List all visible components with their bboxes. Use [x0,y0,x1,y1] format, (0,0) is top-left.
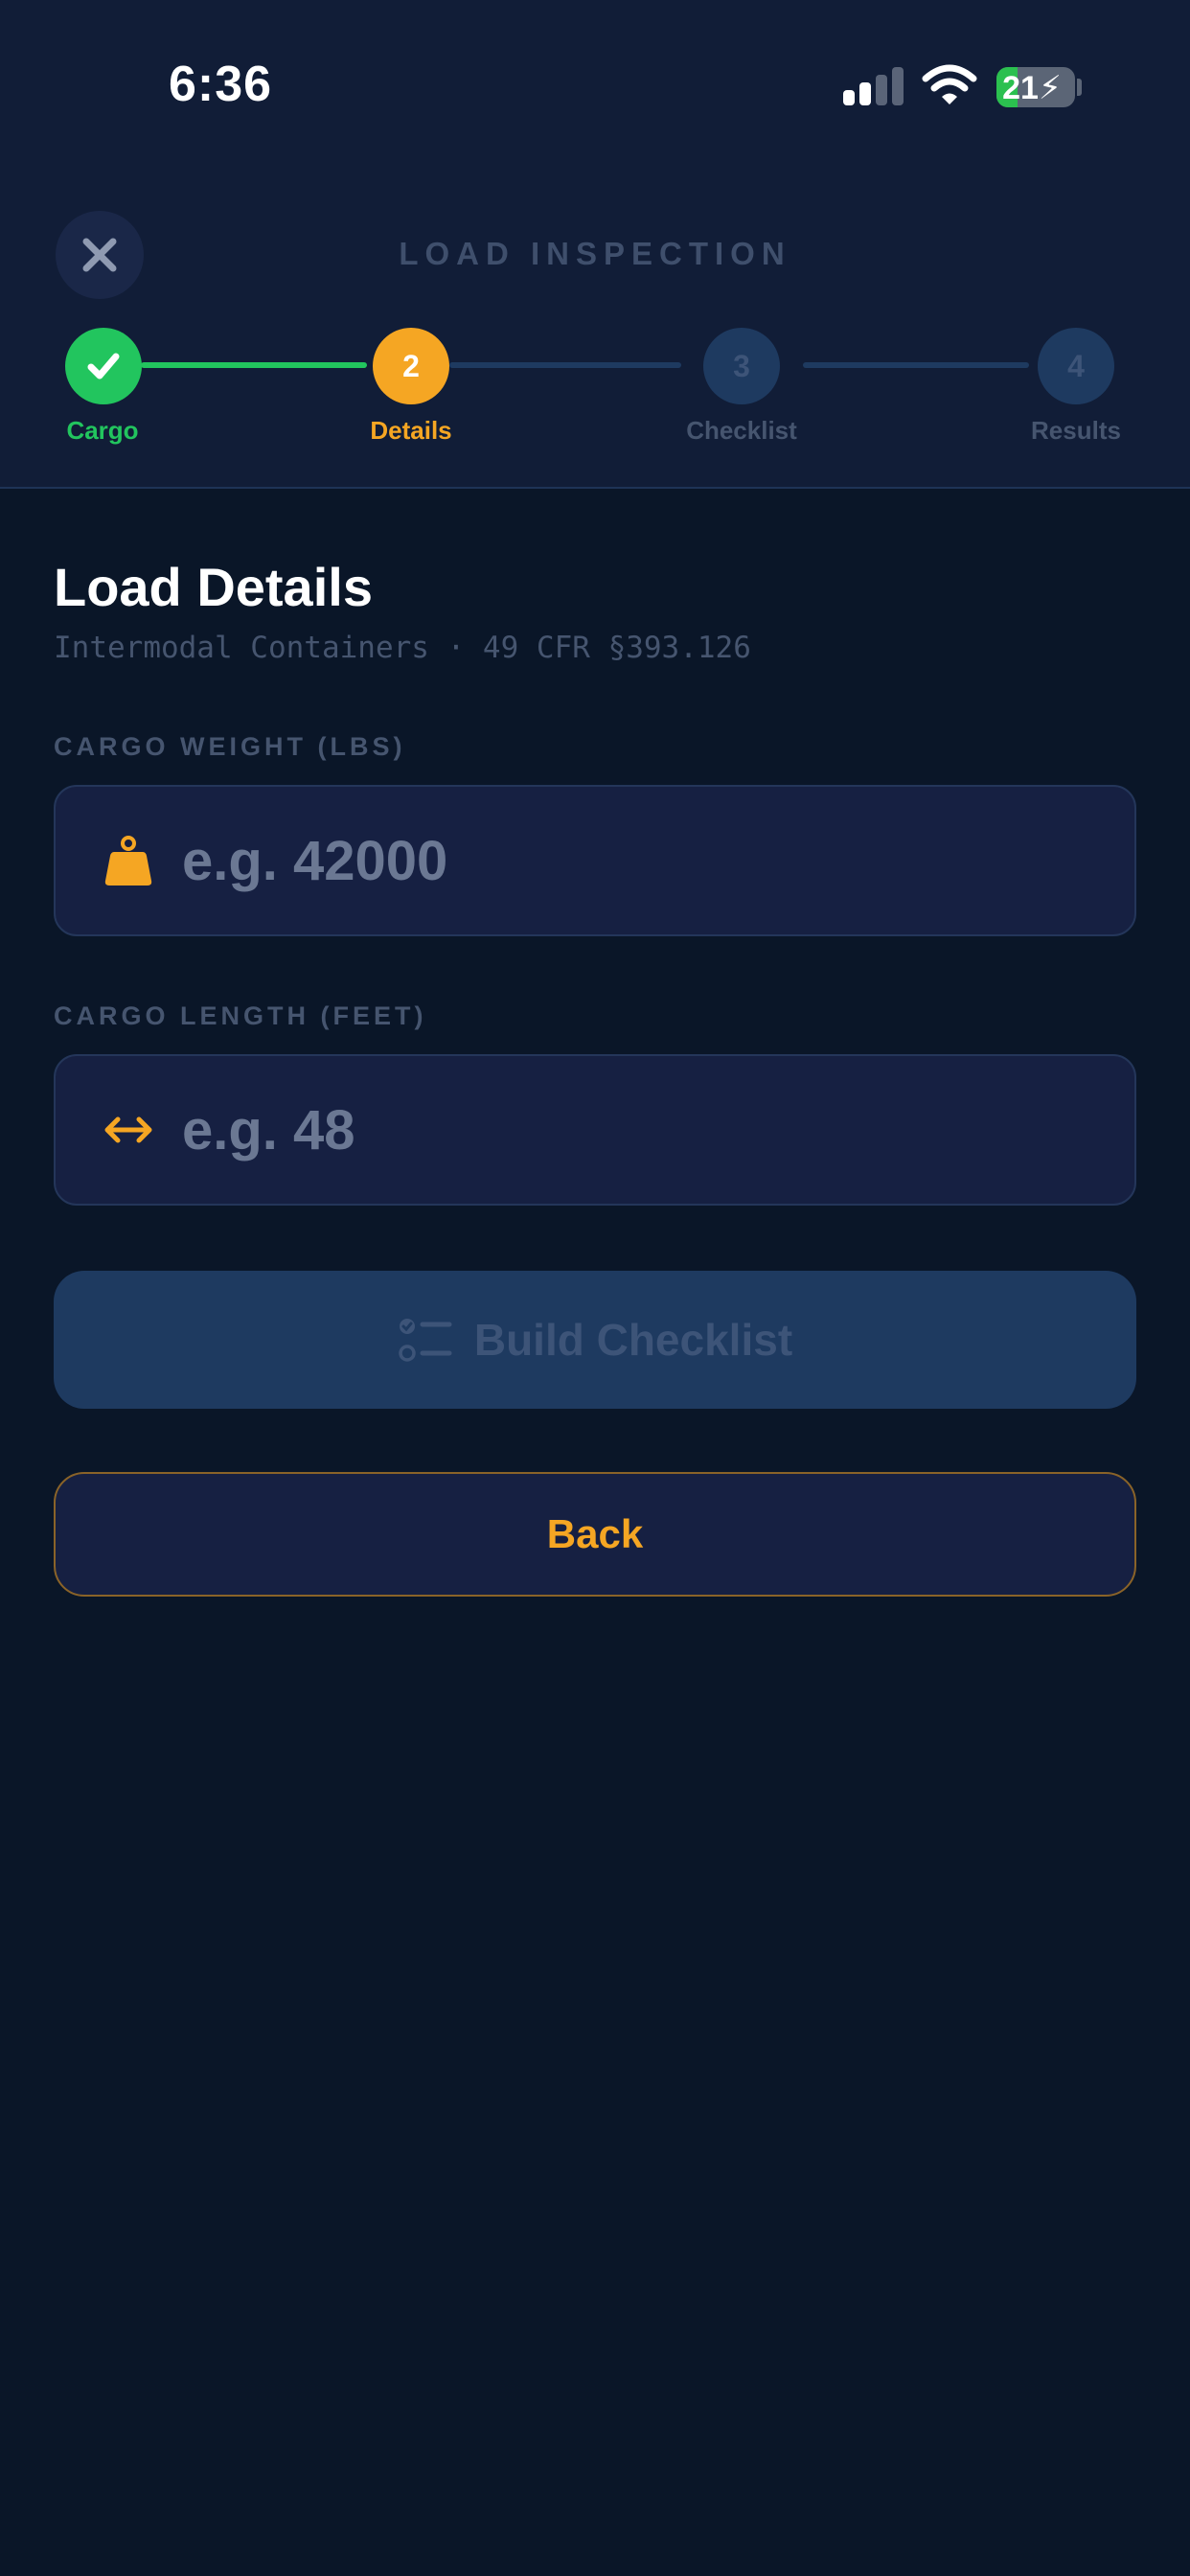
length-field-label: CARGO LENGTH (FEET) [54,1001,427,1030]
back-button[interactable]: Back [54,1472,1136,1597]
step-label-cargo: Cargo [66,416,139,445]
section-subtitle: Intermodal Containers · 49 CFR §393.126 [54,631,751,665]
step-connector-3 [803,362,1029,368]
step-connector-1 [141,362,367,368]
page-title: LOAD INSPECTION [399,236,791,271]
step-cargo[interactable] [65,328,142,404]
status-time: 6:36 [169,57,273,112]
step-connector-2 [449,362,681,368]
weight-icon [100,832,157,889]
checklist-icon [399,1319,452,1362]
build-checklist-label: Build Checklist [473,1315,793,1365]
step-details[interactable]: 2 [373,328,449,404]
horizontal-arrows-icon [100,1101,157,1159]
weight-field[interactable] [54,785,1136,936]
step-label-details: Details [370,416,452,445]
check-icon [87,353,120,380]
build-checklist-button[interactable]: Build Checklist [54,1271,1136,1409]
step-results[interactable]: 4 [1038,328,1114,404]
header: 6:36 21⚡ LOAD INSPECTION Cargo 2 Details… [0,0,1190,489]
wifi-icon [922,64,977,104]
load-inspection-screen: 6:36 21⚡ LOAD INSPECTION Cargo 2 Details… [0,0,1190,2576]
step-label-checklist: Checklist [686,416,797,445]
section-title: Load Details [54,557,373,617]
weight-field-label: CARGO WEIGHT (LBS) [54,732,406,761]
weight-input[interactable] [182,787,1134,934]
battery-charging-icon: 21⚡ [996,67,1075,107]
length-input[interactable] [182,1056,1134,1204]
step-checklist[interactable]: 3 [703,328,780,404]
signal-icon [843,67,904,105]
step-label-results: Results [1031,416,1121,445]
length-field[interactable] [54,1054,1136,1206]
battery-cap [1077,79,1082,96]
battery-percent: 21 [1002,70,1039,106]
